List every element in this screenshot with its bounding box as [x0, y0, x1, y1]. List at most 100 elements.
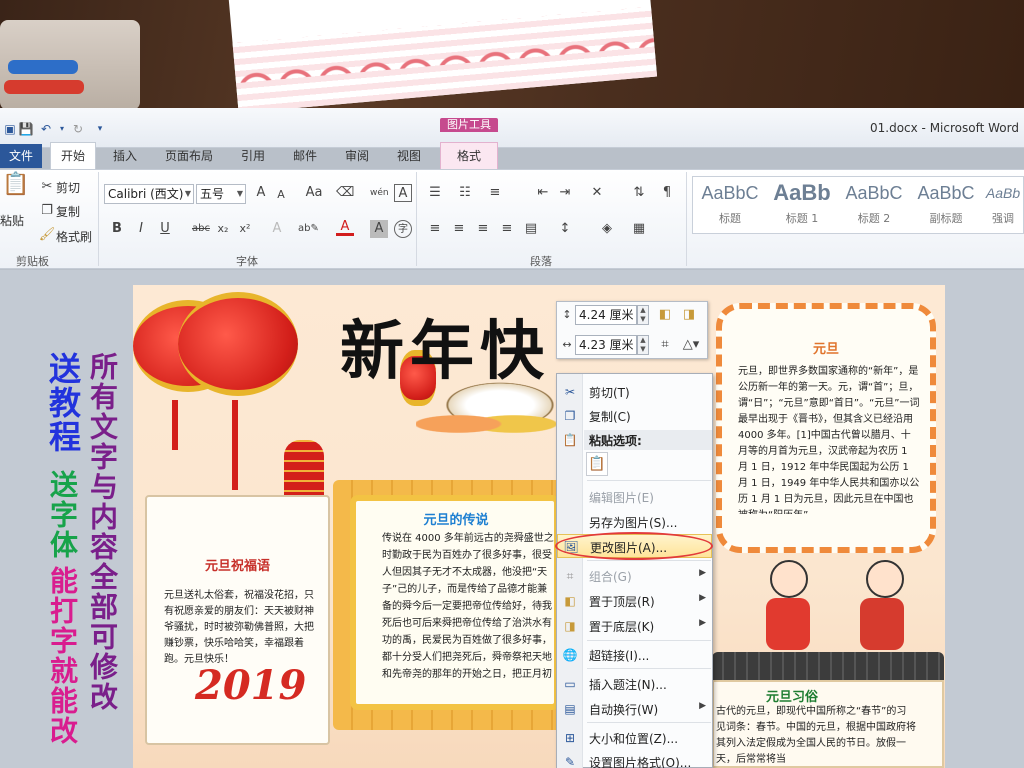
decrease-indent-icon[interactable]: ⇤ [534, 184, 552, 202]
group-separator [686, 172, 687, 266]
menu-item-label: 编辑图片(E) [589, 491, 654, 505]
paste-icon: 📋 [562, 433, 578, 447]
shading-icon[interactable]: ◈ [598, 220, 616, 238]
menu-item-cut[interactable]: ✂ 剪切(T) [557, 380, 712, 404]
style-heading-2[interactable]: AaBbC 标题 2 [838, 176, 910, 234]
tab-page-layout[interactable]: 页面布局 [160, 146, 218, 168]
strikethrough-icon[interactable]: abc [190, 220, 212, 238]
height-spinner[interactable]: ▲ ▼ [637, 305, 649, 325]
poster-title: 新年快 [340, 314, 550, 389]
crop-icon[interactable]: ⌗ [656, 336, 674, 354]
shrink-font-icon[interactable]: A [272, 186, 290, 204]
bring-forward-icon[interactable]: ◧ [656, 306, 674, 324]
align-left-icon[interactable]: ≡ [426, 220, 444, 238]
menu-item-format-picture[interactable]: ✎ 设置图片格式(O)... [557, 750, 712, 768]
tab-view[interactable]: 视图 [388, 146, 430, 168]
character-border-icon[interactable]: A [394, 184, 412, 202]
menu-item-send-to-back[interactable]: ◨ 置于底层(K) ▶ [557, 614, 712, 638]
align-center-icon[interactable]: ≡ [450, 220, 468, 238]
menu-item-bring-to-front[interactable]: ◧ 置于顶层(R) ▶ [557, 589, 712, 613]
style-subtitle[interactable]: AaBbC 副标题 [910, 176, 982, 234]
menu-item-copy[interactable]: ❐ 复制(C) [557, 404, 712, 428]
superscript-icon[interactable]: x² [236, 220, 254, 238]
copy-icon[interactable]: ❐ [38, 202, 56, 220]
scissors-icon[interactable]: ✂ [38, 178, 56, 196]
menu-item-edit-picture[interactable]: 编辑图片(E) [557, 485, 712, 509]
line-spacing-icon[interactable]: ↕ [556, 220, 574, 238]
menu-item-label: 置于顶层(R) [589, 595, 655, 609]
multilevel-list-icon[interactable]: ≡ [486, 184, 504, 202]
menu-item-label: 置于底层(K) [589, 620, 655, 634]
paste-button[interactable]: 粘贴 [0, 212, 24, 229]
justify-icon[interactable]: ≡ [498, 220, 516, 238]
menu-item-group[interactable]: ⌗ 组合(G) ▶ [557, 564, 712, 588]
clear-format-icon[interactable]: ⌫ [336, 184, 354, 202]
menu-item-label: 粘贴选项: [589, 434, 642, 448]
rotate-icon[interactable]: △▾ [678, 336, 704, 354]
paste-keep-formatting-button[interactable]: 📋 [586, 452, 608, 476]
highlight-icon[interactable]: ab✎ [298, 220, 319, 238]
font-color-icon[interactable]: A [336, 218, 354, 236]
style-emphasis[interactable]: AaBb 强调 [982, 176, 1024, 234]
font-name-combo[interactable]: Calibri (西文) ▼ [104, 184, 194, 204]
chinese-layout-icon[interactable]: ✕ [588, 184, 606, 202]
phonetic-guide-icon[interactable]: wén [370, 184, 389, 202]
character-shading-icon[interactable]: A [370, 220, 388, 238]
tab-home[interactable]: 开始 [50, 142, 96, 170]
undo-dropdown-icon[interactable]: ▾ [54, 122, 70, 136]
underline-icon[interactable]: U [156, 220, 174, 238]
paste-icon[interactable]: 📋 [2, 174, 29, 204]
undo-icon[interactable]: ↶ [38, 122, 54, 136]
distributed-icon[interactable]: ▤ [522, 220, 540, 238]
tab-review[interactable]: 审阅 [336, 146, 378, 168]
tab-format[interactable]: 格式 [440, 142, 498, 170]
style-heading-1[interactable]: AaBb 标题 1 [766, 176, 838, 234]
red-lantern-image [178, 292, 298, 396]
bold-icon[interactable]: B [108, 220, 126, 238]
send-backward-icon[interactable]: ◨ [680, 306, 698, 324]
format-painter-icon[interactable]: 🖌 [38, 226, 56, 244]
menu-item-size-position[interactable]: ⊞ 大小和位置(Z)... [557, 726, 712, 750]
show-marks-icon[interactable]: ¶ [658, 184, 676, 202]
height-input[interactable]: 4.24 厘米 [575, 305, 637, 325]
italic-icon[interactable]: I [132, 220, 150, 238]
tab-insert[interactable]: 插入 [104, 146, 146, 168]
increase-indent-icon[interactable]: ⇥ [556, 184, 574, 202]
word-app-icon[interactable]: ▣ [2, 122, 18, 136]
change-case-icon[interactable]: Aa [302, 184, 326, 202]
tab-references[interactable]: 引用 [232, 146, 274, 168]
style-preview: AaBbC [845, 183, 903, 203]
style-label: 标题 2 [857, 212, 891, 225]
menu-item-insert-caption[interactable]: ▭ 插入题注(N)... [557, 672, 712, 696]
style-preview: AaBb [773, 180, 831, 205]
save-icon[interactable]: 💾 [18, 122, 34, 136]
bullets-icon[interactable]: ☰ [426, 184, 444, 202]
text-effects-icon[interactable]: A [268, 220, 286, 238]
enclose-characters-icon[interactable]: 字 [394, 220, 412, 238]
copy-button[interactable]: 复制 [56, 203, 80, 220]
menu-item-save-as-picture[interactable]: 另存为图片(S)... [557, 510, 712, 534]
group-separator [416, 172, 417, 266]
menu-item-hyperlink[interactable]: 🌐 超链接(I)... [557, 643, 712, 667]
numbering-icon[interactable]: ☷ [456, 184, 474, 202]
grow-font-icon[interactable]: A [252, 184, 270, 202]
redo-icon[interactable]: ↻ [70, 122, 86, 136]
align-right-icon[interactable]: ≡ [474, 220, 492, 238]
roof-image [712, 652, 944, 682]
menu-item-wrap-text[interactable]: ▤ 自动换行(W) ▶ [557, 697, 712, 721]
tab-file[interactable]: 文件 [0, 144, 42, 168]
chevron-right-icon: ▶ [699, 593, 706, 603]
font-size-combo[interactable]: 五号 ▼ [196, 184, 246, 204]
format-painter-button[interactable]: 格式刷 [56, 228, 92, 245]
subscript-icon[interactable]: x₂ [214, 220, 232, 238]
menu-item-label: 剪切(T) [589, 386, 630, 400]
borders-icon[interactable]: ▦ [630, 220, 648, 238]
cut-button[interactable]: 剪切 [56, 179, 80, 196]
width-input[interactable]: 4.23 厘米 [575, 335, 637, 355]
style-title[interactable]: AaBbC 标题 [694, 176, 766, 234]
width-spinner[interactable]: ▲ ▼ [637, 335, 649, 355]
child-illustration-image [866, 560, 904, 598]
customize-qat-icon[interactable]: ▾ [92, 122, 108, 136]
sort-icon[interactable]: ⇅ [630, 184, 648, 202]
tab-mailings[interactable]: 邮件 [284, 146, 326, 168]
